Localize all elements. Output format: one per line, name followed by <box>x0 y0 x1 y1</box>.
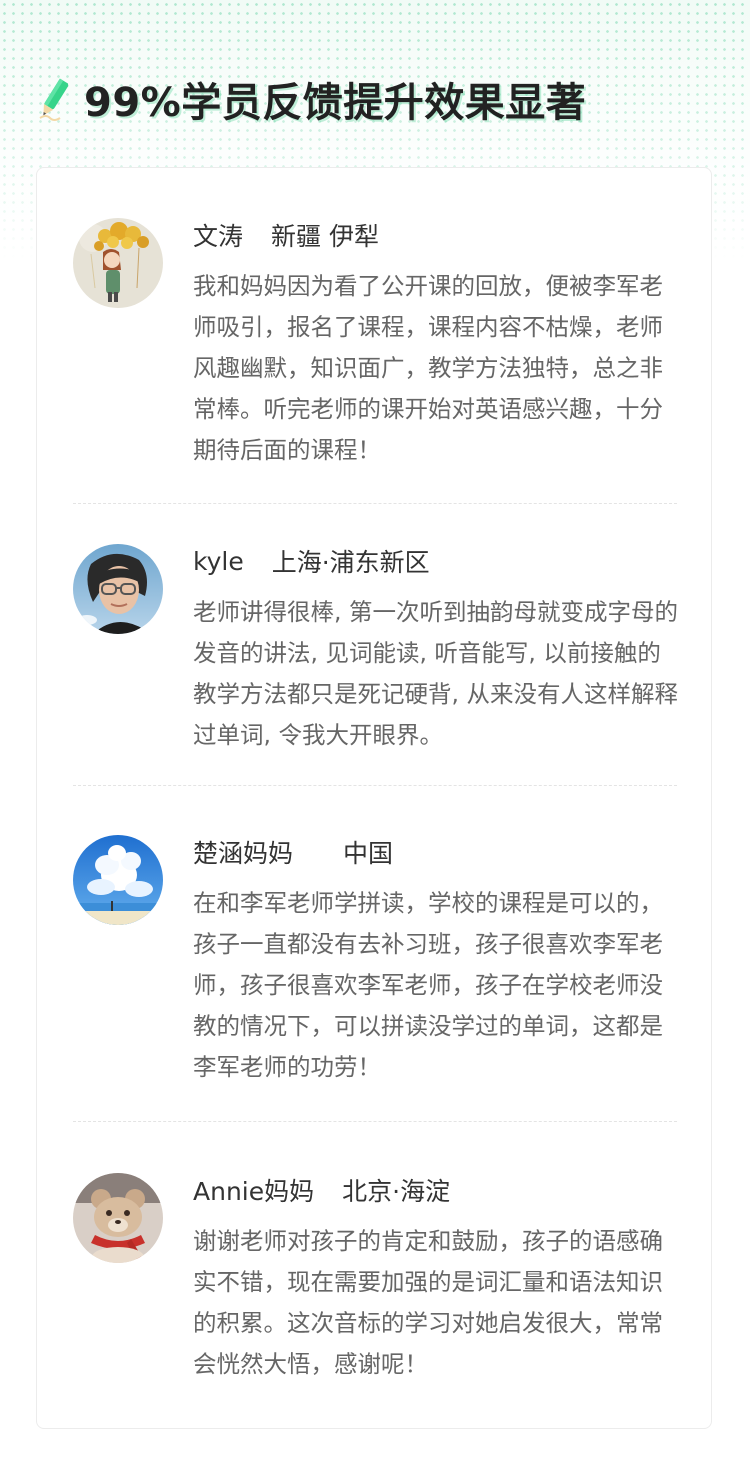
review-item: Annie妈妈 北京·海淀 谢谢老师对孩子的肯定和鼓励，孩子的语感确实不错，现在… <box>73 1173 677 1393</box>
girl-with-sunflowers-avatar <box>73 218 163 308</box>
reviewer-name: kyle <box>193 546 244 576</box>
reviewer-name: 楚涵妈妈 <box>193 839 294 868</box>
reviewer-location: 新疆 伊犁 <box>271 222 379 251</box>
teddy-bear-avatar <box>73 1173 163 1263</box>
review-divider <box>73 503 677 504</box>
reviewer-location: 中国 <box>343 839 394 868</box>
review-comment: 谢谢老师对孩子的肯定和鼓励，孩子的语感确实不错，现在需要加强的是词汇量和语法知识… <box>193 1227 663 1378</box>
review-item: 楚涵妈妈 中国 在和李军老师学拼读，学校的课程是可以的，孩子一直都没有去补习班，… <box>73 835 677 1095</box>
review-meta: 楚涵妈妈 中国 <box>193 835 393 869</box>
reviewer-location: 上海·浦东新区 <box>271 548 430 577</box>
sky-clouds-avatar <box>73 835 163 925</box>
review-comment: 我和妈妈因为看了公开课的回放，便被李军老师吸引，报名了课程，课程内容不枯燥，老师… <box>193 272 663 464</box>
review-meta: 文涛 新疆 伊犁 <box>193 218 379 252</box>
review-meta: Annie妈妈 北京·海淀 <box>193 1173 450 1207</box>
page-title: 99%学员反馈提升效果显著 <box>84 80 587 126</box>
review-comment: 老师讲得很棒, 第一次听到抽韵母就变成字母的发音的讲法, 见词能读, 听音能写,… <box>193 598 678 749</box>
reviewer-name: 文涛 <box>193 222 244 251</box>
review-meta: kyle 上海·浦东新区 <box>193 544 430 578</box>
reviewer-name: Annie妈妈 <box>193 1177 315 1206</box>
pencil-icon <box>39 78 68 121</box>
section-header: 99%学员反馈提升效果显著 <box>38 74 586 126</box>
reviewer-location: 北京·海淀 <box>342 1177 451 1206</box>
reviews-card: 文涛 新疆 伊犁 我和妈妈因为看了公开课的回放，便被李军老师吸引，报名了课程，课… <box>36 167 712 1429</box>
review-item: kyle 上海·浦东新区 老师讲得很棒, 第一次听到抽韵母就变成字母的发音的讲法… <box>73 544 678 764</box>
review-divider <box>73 785 677 786</box>
review-comment: 在和李军老师学拼读，学校的课程是可以的，孩子一直都没有去补习班，孩子很喜欢李军老… <box>193 889 663 1081</box>
review-item: 文涛 新疆 伊犁 我和妈妈因为看了公开课的回放，便被李军老师吸引，报名了课程，课… <box>73 218 677 478</box>
review-divider <box>73 1121 677 1122</box>
person-with-glasses-avatar <box>73 544 163 634</box>
